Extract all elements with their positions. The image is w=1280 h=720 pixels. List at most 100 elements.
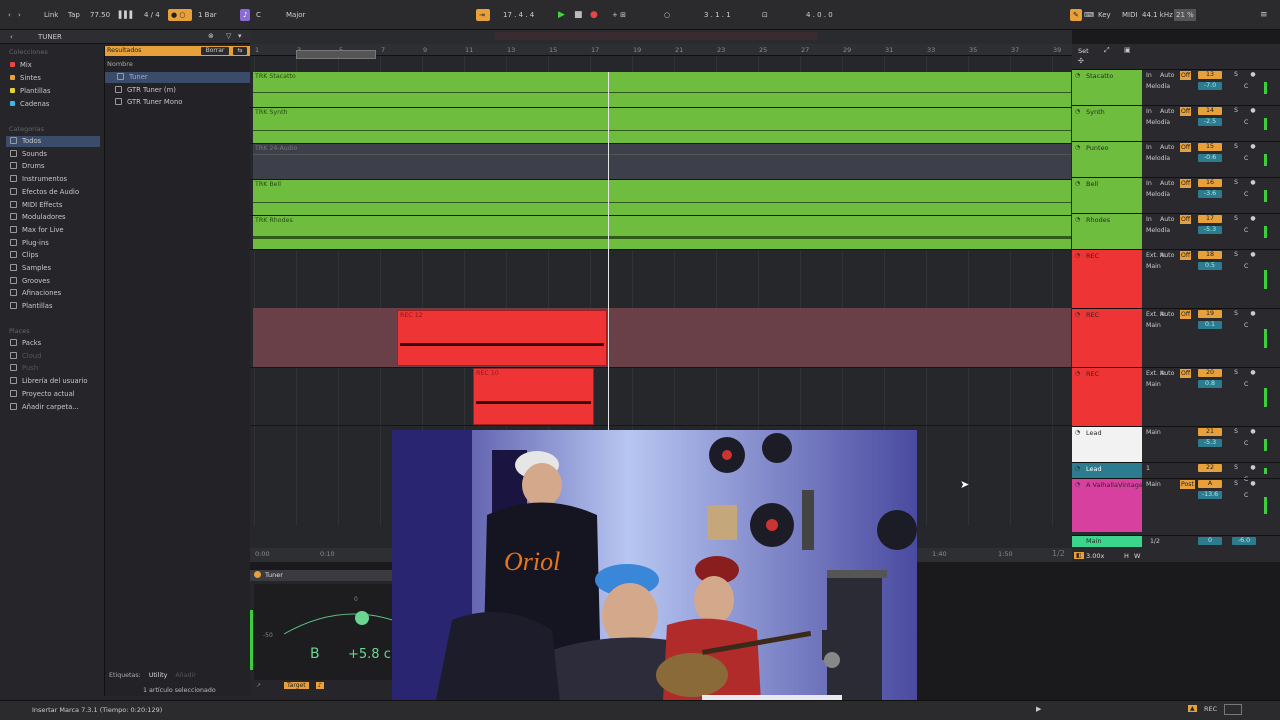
overview-bar[interactable] [250,30,1072,44]
name-column-header[interactable]: Nombre [107,60,133,68]
track-name[interactable]: Punteo [1074,144,1143,152]
collection-item[interactable]: Mix [10,60,32,71]
arm-icon[interactable]: ● [1249,215,1257,223]
solo-button[interactable]: S [1232,71,1240,79]
track-source[interactable]: Melodía [1146,154,1170,163]
category-item[interactable]: Todos [6,136,100,147]
track-auto[interactable]: Auto [1160,71,1174,80]
metronome-button[interactable]: ● ○ [168,9,192,21]
category-item[interactable]: Grooves [10,276,50,287]
track-source[interactable]: Melodía [1146,82,1170,91]
track-auto[interactable]: Auto [1160,251,1174,260]
view-toggle-icon[interactable] [1224,704,1242,715]
place-item[interactable]: Proyecto actual [10,389,75,400]
track-auto[interactable]: Auto [1160,107,1174,116]
song-position-field[interactable]: 17 . 4 . 4 [503,9,534,21]
track-volume[interactable]: -0.6 [1198,154,1222,162]
page-indicator[interactable]: 1/2 [1052,549,1065,558]
track-volume[interactable]: -13.6 [1198,491,1222,499]
solo-button[interactable]: S [1232,143,1240,151]
track-monitor-off[interactable]: Off [1180,179,1192,188]
collection-item[interactable]: Sintes [10,73,41,84]
track-auto[interactable]: Auto [1160,310,1174,319]
category-item[interactable]: MIDI Effects [10,200,62,211]
track-name[interactable]: Lead [1074,465,1143,473]
category-item[interactable]: Moduladores [10,212,66,223]
mixer-track[interactable]: ◔ Lead 1 22 S ● C [1072,462,1280,483]
menu-icon[interactable]: ≡ [1260,9,1268,21]
metronome-bars-icon[interactable]: ▐▐▐ [116,9,132,21]
arm-icon[interactable]: ● [1249,251,1257,259]
results-toggle-icon[interactable]: ⇆ [233,47,247,55]
track-name[interactable]: Bell [1074,180,1143,188]
mixer-track[interactable]: ◔ Punteo In Auto Off Melodía 15 -0.6 S ● C [1072,141,1280,178]
track-volume[interactable]: -7.0 [1198,82,1222,90]
mixer-track[interactable]: ◔ Stacatto In Auto Off Melodía 13 -7.0 S ● C [1072,69,1280,106]
arm-icon[interactable]: ● [1249,480,1257,488]
mixer-track[interactable]: ◔ Synth In Auto Off Melodía 14 -2.5 S ● C [1072,105,1280,142]
track-source[interactable]: Melodía [1146,226,1170,235]
track-name[interactable]: REC [1074,370,1143,378]
arm-icon[interactable]: ● [1249,310,1257,318]
place-item[interactable]: Librería del usuario [10,376,88,387]
clip-stacatto[interactable]: TRK Stacatto [253,72,1071,107]
track-name[interactable]: Rhodes [1074,216,1143,224]
track-input[interactable]: In [1146,143,1152,152]
solo-button[interactable]: S [1232,179,1240,187]
collection-item[interactable]: Cadenas [10,99,49,110]
category-item[interactable]: Afinaciones [10,288,61,299]
category-item[interactable]: Samples [10,263,51,274]
scale-field[interactable]: Major [286,9,305,21]
place-item[interactable]: Cloud [10,351,41,362]
loop-icon[interactable]: ○ [664,9,670,21]
chevron-down-icon[interactable]: ▾ [238,32,242,40]
arm-icon[interactable]: ● [1249,428,1257,436]
loop-start-field[interactable]: 3 . 1 . 1 [704,9,731,21]
track-input[interactable]: In [1146,107,1152,116]
mixer-track[interactable]: ◔ REC Ext. In Auto Off Main 20 0.8 S ● C [1072,367,1280,427]
tap-button[interactable]: Tap [68,9,80,21]
midi-map-button[interactable]: MIDI [1122,9,1138,21]
expand-icon[interactable]: ↗ [256,682,261,689]
stop-icon[interactable]: ■ [574,9,583,21]
mixer-track[interactable]: ◔ A ValhallaVintage Main Post A -13.6 S ● C [1072,478,1280,532]
mixer-track[interactable]: ◔ REC Ext. In Auto Off Main 19 0.1 S ● C [1072,308,1280,368]
clip-synth[interactable]: TRK Synth [253,108,1071,143]
solo-button[interactable]: S [1232,428,1240,436]
track-number[interactable]: 14 [1198,107,1222,115]
track-input[interactable]: Main [1146,428,1161,437]
track-volume[interactable]: -3.6 [1198,190,1222,198]
category-item[interactable]: Drums [10,161,45,172]
track-input[interactable]: 1 [1146,464,1150,473]
track-volume[interactable]: -2.5 [1198,118,1222,126]
clip-bell[interactable]: TRK Bell [253,180,1071,215]
arrow-icon[interactable]: ✣ [1078,57,1084,65]
track-input[interactable]: In [1146,71,1152,80]
track-auto[interactable]: Auto [1160,179,1174,188]
track-number[interactable]: 19 [1198,310,1222,318]
track-monitor-off[interactable]: Off [1180,369,1192,378]
solo-button[interactable]: S [1232,215,1240,223]
clear-search-icon[interactable]: ⊗ [208,32,214,40]
mixer-track[interactable]: ◔ Bell In Auto Off Melodía 16 -3.6 S ● C [1072,177,1280,214]
loop-brace[interactable] [296,50,376,59]
solo-button[interactable]: S [1232,251,1240,259]
track-monitor-off[interactable]: Off [1180,310,1192,319]
punch-icon[interactable]: ⊡ [762,9,768,21]
play-icon[interactable]: ▶ [1036,705,1041,713]
filter-icon[interactable]: ▽ [226,32,231,40]
track-monitor-off[interactable]: Off [1180,143,1192,152]
place-item[interactable]: Push [10,363,38,374]
tempo-field[interactable]: 77.50 [90,9,110,21]
key-map-button[interactable]: Key [1098,9,1111,21]
track-volume[interactable]: 0.5 [1198,262,1222,270]
master-output[interactable]: 1/2 [1150,537,1160,546]
track-number[interactable]: 22 [1198,464,1222,472]
playhead[interactable] [608,72,609,432]
quantize-field[interactable]: 1 Bar [198,9,217,21]
track-auto[interactable]: Auto [1160,215,1174,224]
key-toggle-icon[interactable]: ♪ [240,9,251,21]
category-item[interactable]: Sounds [10,149,47,160]
expand-icon[interactable]: ⤢ [1104,46,1110,55]
master-volume[interactable]: 0 [1198,537,1222,545]
